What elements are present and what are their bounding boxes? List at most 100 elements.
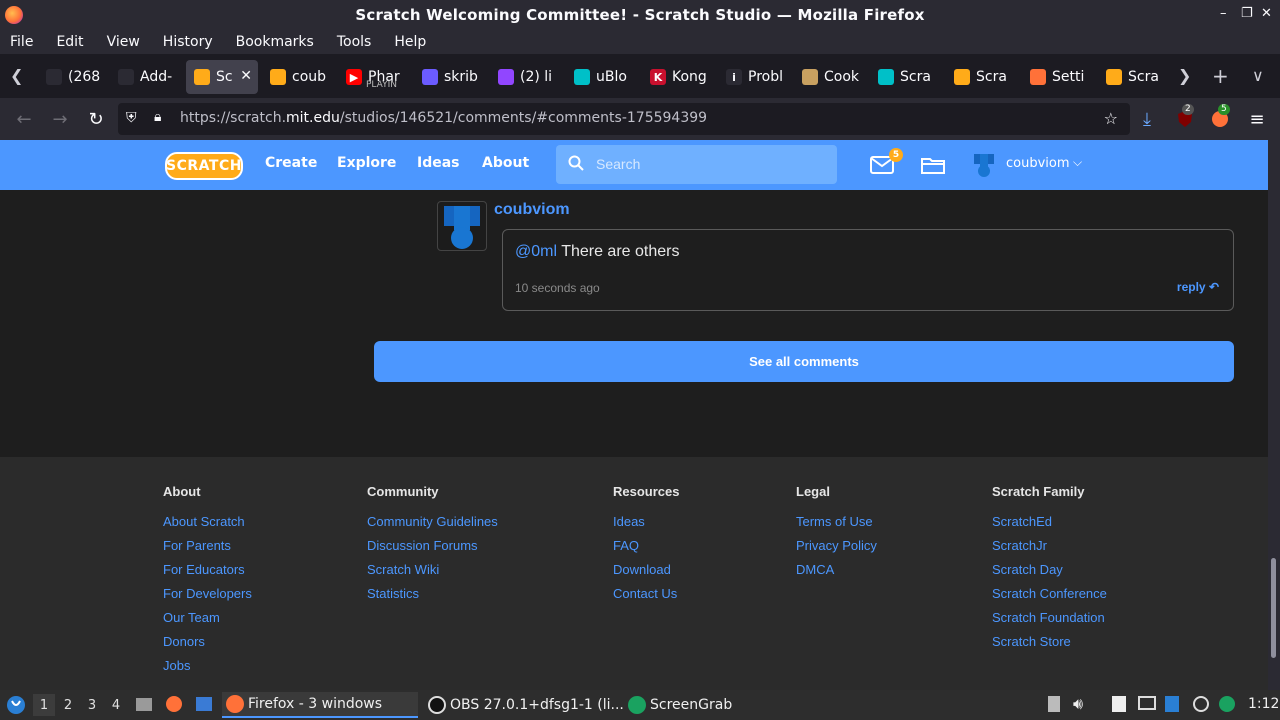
browser-tab[interactable]: uBlo	[566, 60, 634, 94]
tab-list-icon[interactable]: ∨	[1252, 66, 1264, 85]
reload-icon[interactable]: ↻	[83, 106, 109, 132]
close-icon[interactable]: ✕	[1261, 6, 1272, 21]
hamburger-menu-icon[interactable]: ≡	[1244, 106, 1270, 132]
browser-tab[interactable]: Add-	[110, 60, 178, 94]
workspace-2[interactable]: 2	[57, 694, 79, 716]
footer-link[interactable]: Scratch Wiki	[367, 562, 498, 586]
footer-link[interactable]: DMCA	[796, 562, 877, 586]
footer-link[interactable]: Our Team	[163, 610, 252, 634]
notes-icon[interactable]	[1110, 695, 1128, 713]
browser-tab[interactable]: Setti	[1022, 60, 1090, 94]
clipboard-icon[interactable]	[1045, 695, 1063, 713]
chevron-down-icon[interactable]: ⌵	[1073, 155, 1082, 170]
taskbar-app-screengrab[interactable]: ScreenGrab	[628, 692, 758, 718]
bookmark-star-icon[interactable]: ☆	[1104, 109, 1118, 128]
menu-edit[interactable]: Edit	[56, 34, 83, 50]
menu-view[interactable]: View	[107, 34, 140, 50]
url-bar[interactable]: ⛨ 🔒︎ https://scratch.mit.edu/studios/146…	[118, 103, 1130, 135]
tabs-scroll-right-icon[interactable]: ❯	[1178, 66, 1191, 85]
workspace-4[interactable]: 4	[105, 694, 127, 716]
footer-link[interactable]: Discussion Forums	[367, 538, 498, 562]
footer-link[interactable]: Terms of Use	[796, 514, 877, 538]
nav-create[interactable]: Create	[265, 155, 317, 171]
desktop-icon[interactable]	[195, 695, 213, 713]
footer-link[interactable]: Contact Us	[613, 586, 679, 610]
username-label[interactable]: coubviom	[1006, 156, 1070, 171]
url-text[interactable]: https://scratch.mit.edu/studios/146521/c…	[180, 110, 707, 126]
comment-avatar[interactable]	[437, 201, 487, 251]
footer-link[interactable]: ScratchEd	[992, 514, 1107, 538]
menu-file[interactable]: File	[10, 34, 33, 50]
scrollbar-thumb[interactable]	[1271, 558, 1276, 658]
footer-link[interactable]: FAQ	[613, 538, 679, 562]
network-icon[interactable]	[1192, 695, 1210, 713]
footer-link[interactable]: Scratch Day	[992, 562, 1107, 586]
nav-ideas[interactable]: Ideas	[417, 155, 460, 171]
footer-link[interactable]: Download	[613, 562, 679, 586]
footer-link[interactable]: Community Guidelines	[367, 514, 498, 538]
downloads-icon[interactable]: ⤓	[1134, 106, 1160, 132]
browser-tab[interactable]: Scra	[870, 60, 938, 94]
workspace-3[interactable]: 3	[81, 694, 103, 716]
browser-tab[interactable]: ▶ Phar PLAYIN	[338, 60, 406, 94]
footer-link[interactable]: Privacy Policy	[796, 538, 877, 562]
scratch-logo[interactable]: SCRATCH	[165, 152, 243, 180]
browser-tab[interactable]: K Kong	[642, 60, 710, 94]
footer-link[interactable]: About Scratch	[163, 514, 252, 538]
browser-tab[interactable]: (2) li	[490, 60, 558, 94]
my-stuff-folder-icon[interactable]	[921, 156, 945, 174]
forward-icon[interactable]: →	[47, 106, 73, 132]
display-icon[interactable]	[1138, 695, 1156, 713]
footer-link[interactable]: ScratchJr	[992, 538, 1107, 562]
footer-link[interactable]: Jobs	[163, 658, 252, 682]
footer-link[interactable]: For Educators	[163, 562, 252, 586]
browser-tab[interactable]: Cook	[794, 60, 862, 94]
firefox-launcher-icon[interactable]	[165, 695, 183, 713]
app-menu-icon[interactable]	[6, 695, 26, 715]
volume-icon[interactable]: 🔊︎	[1073, 694, 1083, 714]
new-tab-icon[interactable]: +	[1212, 64, 1229, 88]
workspace-1[interactable]: 1	[33, 694, 55, 716]
footer-link[interactable]: Scratch Store	[992, 634, 1107, 658]
back-icon[interactable]: ←	[11, 106, 37, 132]
browser-tab[interactable]: coub	[262, 60, 330, 94]
lock-icon[interactable]: 🔒︎	[154, 109, 161, 125]
menu-history[interactable]: History	[163, 34, 213, 50]
footer-link[interactable]: Scratch Conference	[992, 586, 1107, 610]
restore-icon[interactable]: ❐	[1241, 6, 1253, 21]
footer-link[interactable]: For Parents	[163, 538, 252, 562]
footer-link[interactable]: Statistics	[367, 586, 498, 610]
search-input[interactable]	[596, 153, 826, 175]
nav-explore[interactable]: Explore	[337, 155, 396, 171]
browser-tab[interactable]: Sc ✕	[186, 60, 258, 94]
screengrab-tray-icon[interactable]	[1218, 695, 1236, 713]
tabs-scroll-left-icon[interactable]: ❮	[10, 66, 23, 85]
menu-help[interactable]: Help	[394, 34, 426, 50]
update-notifier-icon[interactable]	[1163, 695, 1181, 713]
see-all-comments-button[interactable]: See all comments	[374, 341, 1234, 382]
footer-link[interactable]: Scratch Foundation	[992, 610, 1107, 634]
file-manager-icon[interactable]	[135, 695, 153, 713]
nav-about[interactable]: About	[482, 155, 529, 171]
comment-mention[interactable]: @0ml	[515, 243, 557, 260]
menu-bookmarks[interactable]: Bookmarks	[236, 34, 314, 50]
browser-tab[interactable]: Scra	[946, 60, 1014, 94]
footer-link[interactable]: Donors	[163, 634, 252, 658]
shield-icon[interactable]: ⛨	[126, 110, 137, 126]
page-scrollbar[interactable]	[1268, 140, 1280, 690]
minimize-icon[interactable]: –	[1220, 6, 1227, 21]
browser-tab[interactable]: i Probl	[718, 60, 786, 94]
user-avatar[interactable]	[971, 152, 997, 178]
comment-author[interactable]: coubviom	[494, 201, 570, 219]
browser-tab[interactable]: skrib	[414, 60, 482, 94]
browser-tab[interactable]: (268	[38, 60, 106, 94]
clock[interactable]: 1:12	[1248, 696, 1279, 712]
tab-close-icon[interactable]: ✕	[240, 68, 252, 84]
taskbar-app-firefox[interactable]: Firefox - 3 windows	[222, 692, 418, 718]
reply-button[interactable]: reply ↶	[1177, 280, 1219, 294]
browser-tab[interactable]: Scra	[1098, 60, 1166, 94]
footer-link[interactable]: For Developers	[163, 586, 252, 610]
footer-link[interactable]: Ideas	[613, 514, 679, 538]
taskbar-app-obs[interactable]: OBS 27.0.1+dfsg1-1 (li...	[426, 692, 624, 718]
menu-tools[interactable]: Tools	[337, 34, 372, 50]
